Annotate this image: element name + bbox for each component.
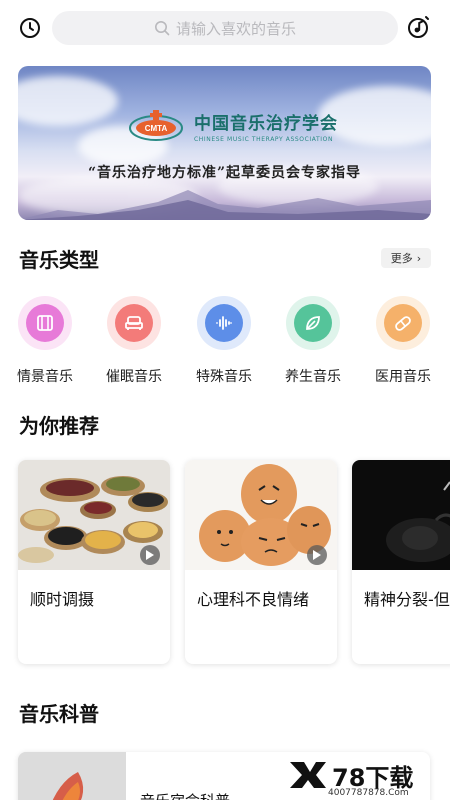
watermark-logo-icon: [288, 760, 328, 790]
org-name: 中国音乐治疗学会: [194, 114, 338, 134]
search-icon: [154, 21, 170, 36]
recommend-card[interactable]: 顺时调摄: [18, 460, 170, 664]
category-special-music[interactable]: 特殊音乐: [194, 296, 254, 385]
card-title: 顺时调摄: [30, 590, 95, 609]
top-bar: 请输入喜欢的音乐: [0, 0, 450, 56]
category-medical-music[interactable]: 医用音乐: [373, 296, 433, 385]
more-button[interactable]: 更多 ›: [381, 248, 431, 268]
more-label: 更多: [390, 252, 413, 265]
category-label: 养生音乐: [285, 369, 341, 385]
search-input[interactable]: 请输入喜欢的音乐: [52, 11, 398, 45]
category-label: 特殊音乐: [196, 369, 252, 385]
section-title-music-types: 音乐类型: [19, 248, 99, 272]
play-icon[interactable]: [140, 545, 160, 565]
science-thumbnail: [18, 752, 126, 800]
promo-banner[interactable]: CMTA 中国音乐治疗学会 CHINESE MUSIC THERAPY ASSO…: [18, 66, 431, 220]
section-title-recommend: 为你推荐: [19, 414, 99, 438]
scene-icon: [26, 304, 64, 342]
org-name-en: CHINESE MUSIC THERAPY ASSOCIATION: [194, 136, 334, 143]
association-logo: CMTA 中国音乐治疗学会 CHINESE MUSIC THERAPY ASSO…: [128, 108, 338, 144]
search-placeholder: 请输入喜欢的音乐: [175, 19, 296, 38]
play-icon[interactable]: [307, 545, 327, 565]
category-scene-music[interactable]: 情景音乐: [15, 296, 75, 385]
watermark-url: 4007787878.Com: [328, 788, 409, 798]
card-title: 精神分裂-但: [364, 590, 450, 609]
section-title-science: 音乐科普: [19, 702, 99, 726]
dark-figure-image: [352, 460, 450, 570]
science-item-title: 音乐宿命科普: [140, 790, 230, 800]
pill-icon: [384, 304, 422, 342]
chevron-right-icon: ›: [416, 251, 422, 265]
cmta-logo-icon: CMTA: [128, 108, 184, 144]
banner-slogan: “音乐治疗地方标准”起草委员会专家指导: [87, 165, 362, 181]
recommend-card[interactable]: 心理科不良情绪: [185, 460, 337, 664]
category-label: 情景音乐: [17, 369, 73, 385]
site-watermark: 78下载 4007787878.Com: [288, 760, 448, 800]
card-title: 心理科不良情绪: [197, 590, 310, 609]
leaf-icon: [294, 304, 332, 342]
logo-badge-text: CMTA: [145, 124, 168, 133]
bed-icon: [115, 304, 153, 342]
history-clock-icon[interactable]: [18, 16, 42, 40]
soundwave-icon: [205, 304, 243, 342]
mountain-decoration: [18, 190, 431, 220]
category-wellness-music[interactable]: 养生音乐: [283, 296, 343, 385]
music-note-icon[interactable]: [406, 14, 432, 40]
category-label: 催眠音乐: [106, 369, 162, 385]
category-label: 医用音乐: [375, 369, 431, 385]
category-hypnosis-music[interactable]: 催眠音乐: [104, 296, 164, 385]
recommend-card[interactable]: 精神分裂-但: [352, 460, 450, 664]
